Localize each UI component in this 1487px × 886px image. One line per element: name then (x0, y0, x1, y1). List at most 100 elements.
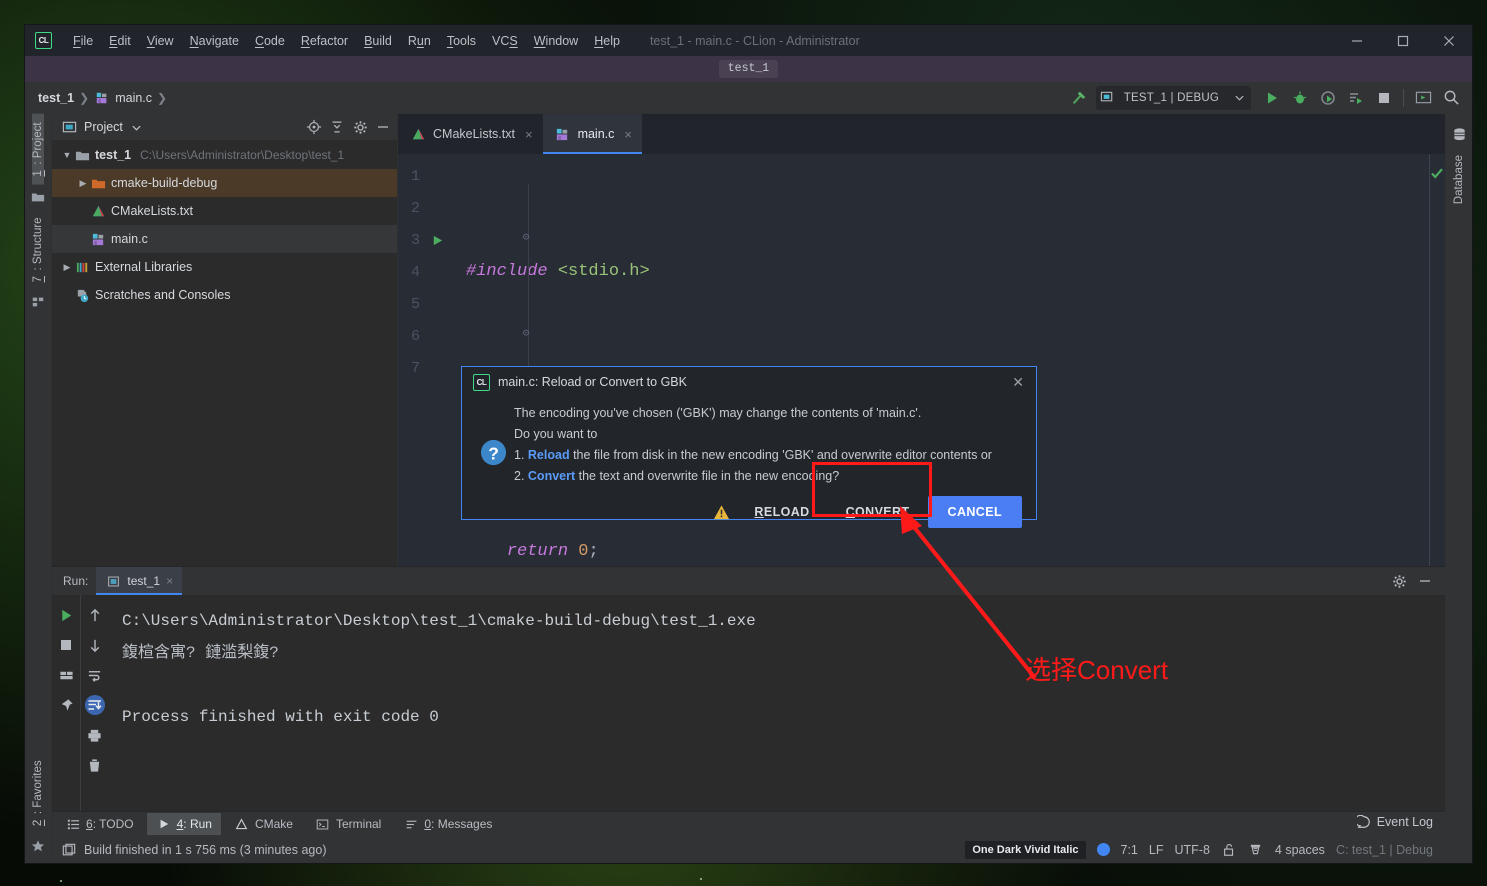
menu-item-edit[interactable]: Edit (101, 30, 139, 52)
cancel-button[interactable]: CANCEL (927, 496, 1022, 528)
build-status[interactable]: Build finished in 1 s 756 ms (3 minutes … (61, 842, 327, 858)
tree-row-external-libraries[interactable]: ▶ External Libraries (52, 253, 397, 281)
dialog-title-bar: CL main.c: Reload or Convert to GBK ✕ (462, 367, 1036, 397)
layout-icon[interactable] (53, 661, 79, 689)
trash-icon[interactable] (82, 751, 108, 779)
menu-item-build[interactable]: Build (356, 30, 400, 52)
writable-lock-icon[interactable] (1221, 842, 1237, 858)
tab-main-c[interactable]: c main.c × (542, 114, 643, 154)
menu-item-window[interactable]: Window (526, 30, 586, 52)
collapse-all-icon[interactable] (327, 117, 347, 137)
bottom-tab-todo[interactable]: 6: TODO (56, 813, 143, 835)
reload-button[interactable]: RELOAD (736, 498, 827, 526)
down-arrow-icon[interactable] (82, 631, 108, 659)
up-arrow-icon[interactable] (82, 601, 108, 629)
run-configuration-selector[interactable]: TEST_1 | DEBUG (1095, 85, 1251, 110)
event-log-label: Event Log (1376, 815, 1433, 829)
open-terminal-button[interactable] (1410, 85, 1436, 111)
chevron-right-icon[interactable]: ▶ (60, 262, 74, 273)
encoding-widget[interactable]: UTF-8 (1174, 843, 1209, 857)
bottom-tab-cmake[interactable]: CMake (225, 813, 302, 835)
tree-row-cmakelists[interactable]: CMakeLists.txt (52, 197, 397, 225)
scroll-to-end-icon[interactable] (82, 691, 108, 719)
breadcrumb-item-project[interactable]: test_1 (38, 91, 74, 105)
sidebar-item-structure[interactable]: 7: Structure (32, 209, 44, 290)
chevron-right-icon: ❯ (79, 90, 90, 105)
bottom-tab-run[interactable]: 4: Run (146, 813, 221, 835)
caret-position-widget[interactable]: 7:1 (1121, 843, 1138, 857)
maximize-window-button[interactable] (1380, 25, 1426, 56)
minimize-panel-icon[interactable] (1415, 571, 1435, 591)
tab-label: main.c (577, 127, 615, 141)
menu-item-help[interactable]: Help (586, 30, 628, 52)
bottom-tab-terminal[interactable]: Terminal (306, 813, 390, 835)
menu-item-code[interactable]: Code (247, 30, 293, 52)
indent-widget[interactable]: 4 spaces (1275, 843, 1325, 857)
toolbar-separator (1403, 88, 1404, 107)
editor-marker-panel[interactable] (1429, 154, 1445, 566)
menu-item-vcs[interactable]: VCS (484, 30, 526, 52)
tree-row-cmake-build-debug[interactable]: ▶ cmake-build-debug (52, 169, 397, 197)
stop-icon[interactable] (53, 631, 79, 659)
close-icon[interactable]: × (525, 127, 533, 142)
tab-cmakelists[interactable]: CMakeLists.txt × (398, 114, 543, 154)
menu-item-tools[interactable]: Tools (439, 30, 484, 52)
close-dialog-button[interactable]: ✕ (1008, 374, 1028, 391)
sidebar-item-favorites[interactable]: 2: Favorites (32, 752, 44, 834)
minimize-window-button[interactable] (1334, 25, 1380, 56)
search-everywhere-button[interactable] (1438, 85, 1464, 111)
gear-icon[interactable] (350, 117, 370, 137)
folder-icon (74, 147, 90, 163)
line-separator-widget[interactable]: LF (1149, 843, 1164, 857)
inspections-icon[interactable] (1248, 842, 1264, 858)
tree-row-scratches[interactable]: Scratches and Consoles (52, 281, 397, 309)
run-gutter-icon[interactable] (426, 234, 448, 247)
run-console-output[interactable]: C:\Users\Administrator\Desktop\test_1\cm… (108, 595, 1445, 811)
menu-item-view[interactable]: View (139, 30, 182, 52)
chevron-right-icon[interactable]: ▶ (76, 178, 90, 189)
sidebar-item-database[interactable]: Database (1453, 147, 1465, 212)
menu-item-run[interactable]: Run (400, 30, 439, 52)
fold-marker-close[interactable]: ⊝ (520, 326, 532, 340)
dialog-line-3: 1. Reload the file from disk in the new … (514, 448, 992, 462)
rerun-icon[interactable] (53, 601, 79, 629)
run-tab-test_1[interactable]: test_1 × (96, 567, 183, 595)
stop-button[interactable] (1371, 85, 1397, 111)
soft-wrap-icon[interactable] (82, 661, 108, 689)
editor-gutter[interactable]: 1 2 3 4 5 6 7 (398, 154, 456, 566)
pin-icon[interactable] (53, 691, 79, 719)
menu-item-navigate[interactable]: Navigate (182, 30, 247, 52)
chevron-down-icon[interactable]: ▼ (60, 150, 74, 160)
tree-row-main-c[interactable]: c main.c (52, 225, 397, 253)
fold-marker-open[interactable]: ⊝ (520, 230, 532, 244)
marker-divider (1429, 154, 1430, 566)
menu-item-refactor[interactable]: Refactor (293, 30, 356, 52)
debug-button[interactable] (1287, 85, 1313, 111)
ok-check-icon[interactable] (1430, 166, 1444, 185)
tree-row-test_1[interactable]: ▼ test_1 C:\Users\Administrator\Desktop\… (52, 141, 397, 169)
sidebar-item-project[interactable]: 1: Project (32, 114, 44, 185)
event-log-button[interactable]: Event Log (1356, 814, 1433, 830)
close-icon[interactable]: × (166, 574, 173, 588)
color-scheme-widget[interactable]: One Dark Vivid Italic (965, 840, 1086, 859)
print-icon[interactable] (82, 721, 108, 749)
chevron-down-icon[interactable] (129, 119, 145, 135)
reload-or-convert-dialog: CL main.c: Reload or Convert to GBK ✕ ? … (461, 366, 1037, 528)
menu-item-file[interactable]: File (65, 30, 101, 52)
minimize-panel-icon[interactable] (373, 117, 393, 137)
close-window-button[interactable] (1426, 25, 1472, 56)
run-button[interactable] (1259, 85, 1285, 111)
build-button[interactable] (1066, 85, 1092, 111)
locate-icon[interactable] (304, 117, 324, 137)
reload-keyword: Reload (527, 448, 570, 462)
branch-widget[interactable]: C: test_1 | Debug (1336, 843, 1433, 857)
attach-profiler-button[interactable] (1343, 85, 1369, 111)
gear-icon[interactable] (1389, 571, 1409, 591)
close-icon[interactable]: × (624, 127, 632, 142)
convert-button[interactable]: CONVERT (828, 498, 928, 526)
bottom-tab-messages[interactable]: 0: Messages (394, 813, 501, 835)
code-line-1: #include <stdio.h> (456, 255, 1429, 287)
run-with-coverage-button[interactable] (1315, 85, 1341, 111)
libraries-icon (74, 259, 90, 275)
breadcrumb-item-file[interactable]: main.c (115, 91, 152, 105)
